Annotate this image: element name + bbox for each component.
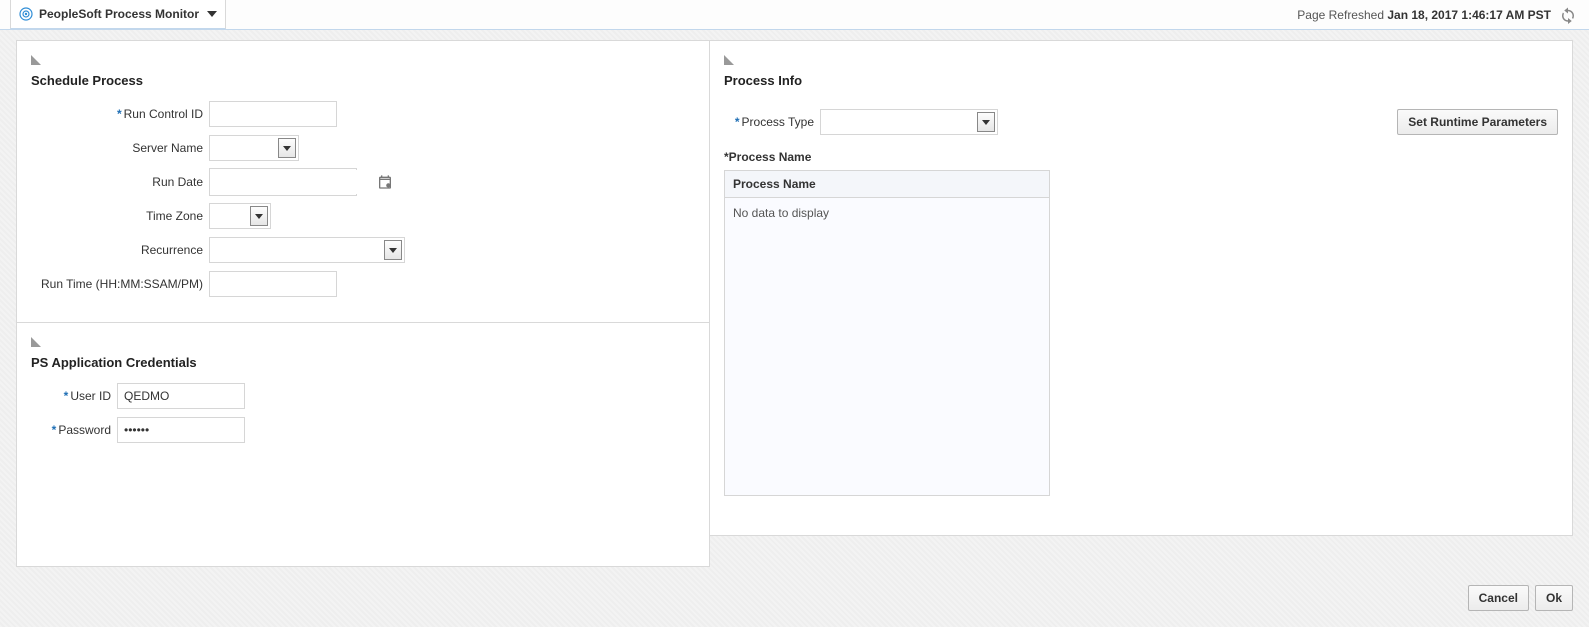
credentials-heading: PS Application Credentials [31,355,695,370]
password-label: Password [58,423,111,437]
cancel-button[interactable]: Cancel [1468,585,1529,611]
process-info-heading: Process Info [724,73,1558,88]
credentials-panel: PS Application Credentials *User ID *Pas… [16,323,710,567]
breadcrumb-dropdown[interactable]: PeopleSoft Process Monitor [10,0,226,29]
target-icon [19,7,33,21]
chevron-down-icon[interactable] [278,138,296,158]
server-name-label: Server Name [132,141,203,155]
user-id-input[interactable] [117,383,245,409]
process-name-column-header: Process Name [725,171,1049,198]
page-title: PeopleSoft Process Monitor [39,7,199,21]
chevron-down-icon[interactable] [250,206,268,226]
schedule-process-heading: Schedule Process [31,73,695,88]
collapse-toggle-icon[interactable] [31,55,41,65]
run-control-id-input[interactable] [209,101,337,127]
time-zone-label: Time Zone [146,209,203,223]
time-zone-select[interactable] [209,203,271,229]
run-time-input[interactable] [209,271,337,297]
user-id-label: User ID [70,389,111,403]
process-type-select[interactable] [820,109,998,135]
chevron-down-icon[interactable] [977,112,995,132]
server-name-select[interactable] [209,135,299,161]
chevron-down-icon[interactable] [384,240,402,260]
recurrence-label: Recurrence [141,243,203,257]
top-bar: PeopleSoft Process Monitor Page Refreshe… [0,0,1589,30]
refreshed-label: Page Refreshed [1297,8,1384,22]
set-runtime-parameters-button[interactable]: Set Runtime Parameters [1397,109,1558,135]
run-control-id-label: Run Control ID [124,107,203,121]
ok-button[interactable]: Ok [1535,585,1573,611]
schedule-process-panel: Schedule Process *Run Control ID Server … [16,40,710,323]
recurrence-value [210,238,382,262]
dialog-footer: Cancel Ok [0,577,1589,627]
process-name-table: Process Name No data to display [724,170,1050,496]
refresh-button[interactable] [1557,4,1579,26]
time-zone-value [210,204,248,228]
process-info-panel: Process Info Set Runtime Parameters *Pro… [709,40,1573,536]
calendar-icon[interactable] [377,174,393,190]
chevron-down-icon [207,11,217,17]
run-date-label: Run Date [152,175,203,189]
password-input[interactable] [117,417,245,443]
collapse-toggle-icon[interactable] [31,337,41,347]
process-type-value [821,110,975,134]
process-type-label: Process Type [742,115,814,129]
refresh-status: Page Refreshed Jan 18, 2017 1:46:17 AM P… [1297,4,1579,26]
process-name-section-label: *Process Name [724,150,1558,164]
server-name-value [210,136,276,160]
run-date-input-wrap [209,168,357,196]
run-date-input[interactable] [210,170,377,194]
recurrence-select[interactable] [209,237,405,263]
process-name-empty-text: No data to display [725,198,1049,495]
run-time-label: Run Time (HH:MM:SSAM/PM) [41,277,203,291]
refreshed-timestamp: Jan 18, 2017 1:46:17 AM PST [1387,8,1551,22]
collapse-toggle-icon[interactable] [724,55,734,65]
